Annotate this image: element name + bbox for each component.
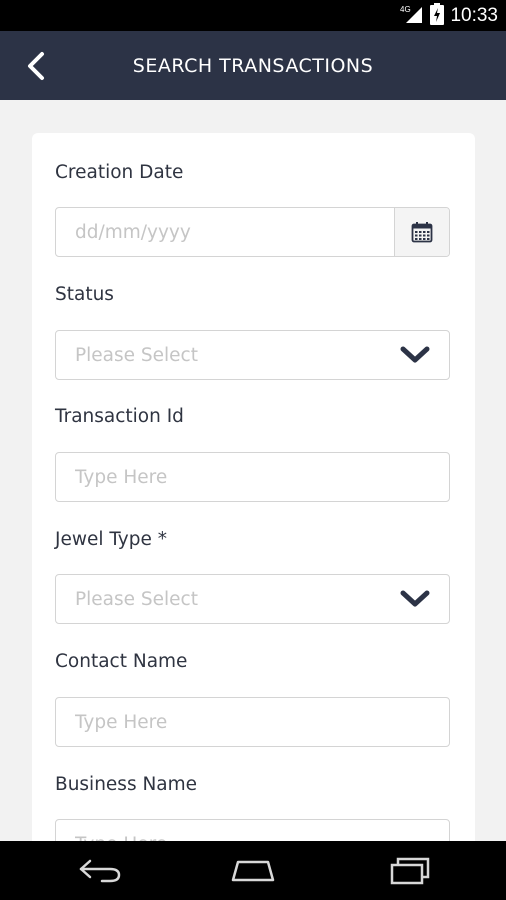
transaction-id-label: Transaction Id bbox=[55, 406, 184, 427]
chevron-down-icon bbox=[400, 590, 430, 607]
network-signal-icon: 4G bbox=[400, 4, 424, 28]
status-select[interactable]: Please Select bbox=[55, 330, 450, 380]
creation-date-label: Creation Date bbox=[55, 162, 184, 183]
status-select-value: Please Select bbox=[75, 344, 198, 366]
nav-back-icon bbox=[79, 859, 121, 882]
nav-back-button[interactable] bbox=[60, 841, 140, 900]
back-button[interactable] bbox=[16, 47, 56, 85]
jewel-type-select[interactable]: Please Select bbox=[55, 574, 450, 624]
battery-icon bbox=[430, 2, 445, 29]
status-time: 10:33 bbox=[450, 4, 498, 26]
transaction-id-input[interactable] bbox=[56, 453, 449, 501]
jewel-type-label: Jewel Type * bbox=[55, 529, 167, 550]
contact-name-field bbox=[55, 697, 450, 747]
status-bar: 4G 10:33 bbox=[0, 0, 506, 31]
calendar-button[interactable] bbox=[394, 208, 449, 256]
creation-date-field bbox=[55, 207, 450, 257]
app-header: SEARCH TRANSACTIONS bbox=[0, 31, 506, 100]
contact-name-input[interactable] bbox=[56, 698, 449, 746]
business-name-label: Business Name bbox=[55, 774, 198, 795]
nav-home-button[interactable] bbox=[213, 841, 293, 900]
transaction-id-field bbox=[55, 452, 450, 502]
jewel-type-select-value: Please Select bbox=[75, 588, 198, 610]
creation-date-input[interactable] bbox=[56, 208, 396, 256]
chevron-down-icon bbox=[400, 346, 430, 363]
nav-recents-button[interactable] bbox=[370, 841, 450, 900]
page-title: SEARCH TRANSACTIONS bbox=[132, 54, 374, 77]
status-icons: 4G 10:33 bbox=[400, 0, 498, 31]
calendar-icon bbox=[411, 222, 433, 243]
svg-text:4G: 4G bbox=[400, 5, 411, 14]
nav-home-icon bbox=[231, 860, 275, 881]
status-label: Status bbox=[55, 284, 114, 305]
nav-recents-icon bbox=[390, 857, 430, 884]
system-nav-bar bbox=[0, 841, 506, 900]
search-form-card: Creation Date Status Please Select Tran bbox=[32, 133, 475, 893]
back-chevron-icon bbox=[28, 52, 44, 80]
contact-name-label: Contact Name bbox=[55, 651, 188, 672]
